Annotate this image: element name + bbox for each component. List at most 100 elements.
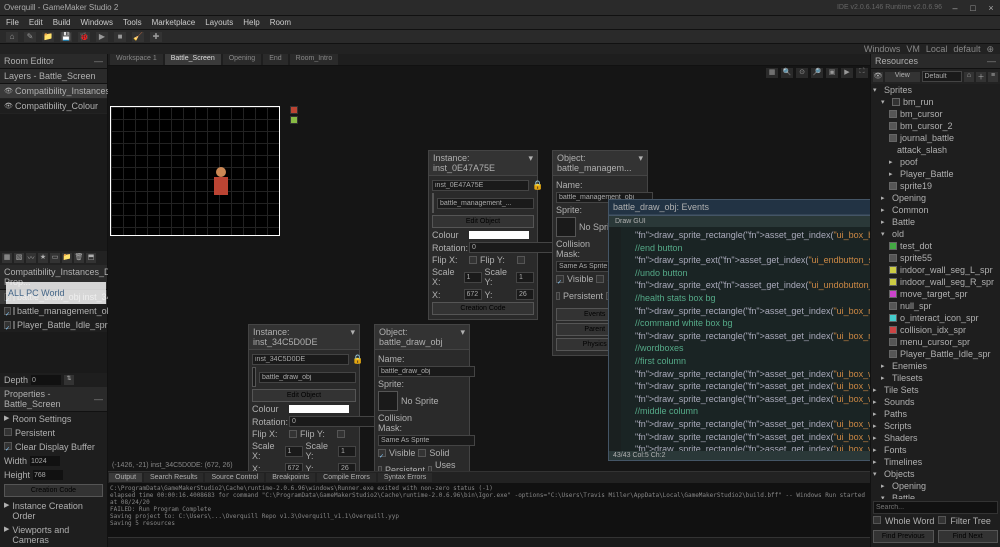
scalex-input[interactable] bbox=[285, 446, 303, 457]
find-prev-button[interactable]: Find Previous bbox=[873, 530, 934, 543]
add-icon[interactable]: ＋ bbox=[976, 72, 986, 82]
sprite-preview[interactable] bbox=[432, 193, 434, 213]
add-folder-icon[interactable]: 📁 bbox=[62, 253, 72, 263]
persistent-checkbox[interactable]: Persistent bbox=[0, 426, 107, 440]
tab-syntax-errors[interactable]: Syntax Errors bbox=[378, 473, 432, 482]
minimize-button[interactable]: – bbox=[950, 3, 960, 13]
rotation-input[interactable] bbox=[289, 416, 386, 427]
add-bg-layer-icon[interactable]: ▭ bbox=[50, 253, 60, 263]
lock-icon[interactable]: 🔒 bbox=[352, 354, 363, 365]
chevron-icon[interactable]: ▾ bbox=[460, 327, 465, 347]
viewports-section[interactable]: ▶ Viewports and Cameras bbox=[0, 523, 107, 547]
filter-tree-checkbox[interactable] bbox=[938, 516, 946, 524]
layer-compat-colour[interactable]: 👁 Compatibility_Colour bbox=[0, 99, 107, 114]
depth-input[interactable] bbox=[31, 375, 61, 385]
edit-object-button[interactable]: Edit Object bbox=[252, 389, 356, 402]
clear-display-checkbox[interactable]: Clear Display Buffer bbox=[0, 440, 107, 454]
add-path-layer-icon[interactable]: 〰 bbox=[26, 253, 36, 263]
inst-name-input[interactable] bbox=[252, 354, 349, 365]
chevron-icon[interactable]: ▾ bbox=[350, 327, 355, 347]
comp-battle-mgmt[interactable]: battle_management_objinst_0E47... bbox=[0, 304, 107, 318]
player-sprite-instance[interactable] bbox=[211, 167, 231, 197]
anim-icon[interactable]: ▣ bbox=[826, 68, 838, 78]
code-editor[interactable]: battle_draw_obj: Events—□× Draw GUI "fn"… bbox=[608, 199, 870, 461]
clean-icon[interactable]: 🧹 bbox=[132, 32, 144, 42]
tab-source-control[interactable]: Source Control bbox=[205, 473, 264, 482]
stepper-icon[interactable]: ⇅ bbox=[64, 375, 74, 385]
stop-icon[interactable]: ■ bbox=[114, 32, 126, 42]
delete-layer-icon[interactable]: 🗑 bbox=[74, 253, 84, 263]
obj-name-input[interactable] bbox=[378, 366, 475, 377]
new-icon[interactable]: ✎ bbox=[24, 32, 36, 42]
tab-battle-screen[interactable]: Battle_Screen bbox=[165, 54, 221, 65]
sprite-preview[interactable] bbox=[252, 367, 256, 387]
colour-swatch[interactable] bbox=[289, 405, 349, 413]
tab-output[interactable]: Output bbox=[109, 473, 142, 482]
visible-icon[interactable]: 👁 bbox=[4, 102, 12, 110]
menu-file[interactable]: File bbox=[6, 18, 19, 27]
find-next-button[interactable]: Find Next bbox=[938, 530, 999, 543]
target-icon[interactable]: ⊕ bbox=[986, 44, 994, 54]
flipx-checkbox[interactable] bbox=[289, 430, 297, 438]
menu-edit[interactable]: Edit bbox=[29, 18, 43, 27]
chevron-icon[interactable]: ▾ bbox=[528, 153, 533, 173]
solid-checkbox[interactable] bbox=[418, 449, 426, 457]
room-settings-section[interactable]: ▶ Room Settings bbox=[0, 412, 107, 426]
home-icon[interactable]: ⌂ bbox=[6, 32, 18, 42]
target-local[interactable]: Local bbox=[926, 44, 948, 54]
add-tile-layer-icon[interactable]: ▧ bbox=[14, 253, 24, 263]
menu-help[interactable]: Help bbox=[243, 18, 259, 27]
visible-icon[interactable]: 👁 bbox=[4, 87, 12, 95]
solid-checkbox[interactable] bbox=[596, 275, 604, 283]
expand-icon[interactable]: ⛶ bbox=[856, 68, 868, 78]
tab-end[interactable]: End bbox=[263, 54, 287, 65]
colour-swatch[interactable] bbox=[469, 231, 529, 239]
chevron-icon[interactable]: ▾ bbox=[638, 153, 643, 173]
scalex-input[interactable] bbox=[464, 272, 482, 283]
x-input[interactable] bbox=[464, 289, 482, 300]
add-instance-layer-icon[interactable]: ▦ bbox=[2, 253, 12, 263]
resource-tree[interactable]: ▾Sprites ▾bm_run bm_cursor bm_cursor_2 j… bbox=[871, 84, 1000, 499]
menu-build[interactable]: Build bbox=[53, 18, 71, 27]
menu-marketplace[interactable]: Marketplace bbox=[152, 18, 196, 27]
whole-word-checkbox[interactable] bbox=[873, 516, 881, 524]
close-button[interactable]: × bbox=[986, 3, 996, 13]
create-icon[interactable]: ✚ bbox=[150, 32, 162, 42]
menu-layouts[interactable]: Layouts bbox=[205, 18, 233, 27]
tab-compile-errors[interactable]: Compile Errors bbox=[317, 473, 376, 482]
eye-icon[interactable]: 👁 bbox=[873, 72, 883, 82]
room-grid[interactable] bbox=[110, 106, 280, 236]
inst-name-input[interactable] bbox=[432, 180, 529, 191]
y-input[interactable] bbox=[516, 289, 534, 300]
view-select[interactable] bbox=[922, 71, 963, 82]
flipy-checkbox[interactable] bbox=[517, 256, 525, 264]
zoom-reset-icon[interactable]: ⊙ bbox=[796, 68, 808, 78]
creation-code-button[interactable]: Creation Code bbox=[432, 302, 534, 315]
inherit-icon[interactable]: ⬒ bbox=[86, 253, 96, 263]
console-output[interactable]: C:\ProgramData\GameMakerStudio2\Cache\ru… bbox=[108, 483, 870, 537]
instance-marker-1[interactable] bbox=[290, 106, 298, 114]
code-tab-drawgui[interactable]: Draw GUI bbox=[609, 215, 870, 227]
menu-tools[interactable]: Tools bbox=[123, 18, 142, 27]
debug-icon[interactable]: 🐞 bbox=[78, 32, 90, 42]
code-text-area[interactable]: "fn">draw_sprite_rectangle("fn">asset_ge… bbox=[621, 227, 870, 451]
add-asset-layer-icon[interactable]: ★ bbox=[38, 253, 48, 263]
home-icon[interactable]: ⌂ bbox=[964, 72, 974, 82]
scaley-input[interactable] bbox=[338, 446, 356, 457]
persistent-checkbox[interactable] bbox=[556, 292, 560, 300]
menu-icon[interactable]: ≡ bbox=[988, 72, 998, 82]
tab-opening[interactable]: Opening bbox=[223, 54, 261, 65]
width-input[interactable] bbox=[30, 456, 60, 466]
height-input[interactable] bbox=[33, 470, 63, 480]
maximize-button[interactable]: □ bbox=[968, 3, 978, 13]
creation-code-button[interactable]: Creation Code bbox=[4, 484, 103, 497]
obj-ref-input[interactable] bbox=[437, 198, 534, 209]
obj-ref-input[interactable] bbox=[259, 372, 356, 383]
edit-object-button[interactable]: Edit Object bbox=[432, 215, 534, 228]
instance-marker-2[interactable] bbox=[290, 116, 298, 124]
target-vm[interactable]: VM bbox=[906, 44, 920, 54]
scaley-input[interactable] bbox=[516, 272, 534, 283]
play-icon[interactable]: ▶ bbox=[841, 68, 853, 78]
save-icon[interactable]: 💾 bbox=[60, 32, 72, 42]
menu-windows[interactable]: Windows bbox=[80, 18, 112, 27]
